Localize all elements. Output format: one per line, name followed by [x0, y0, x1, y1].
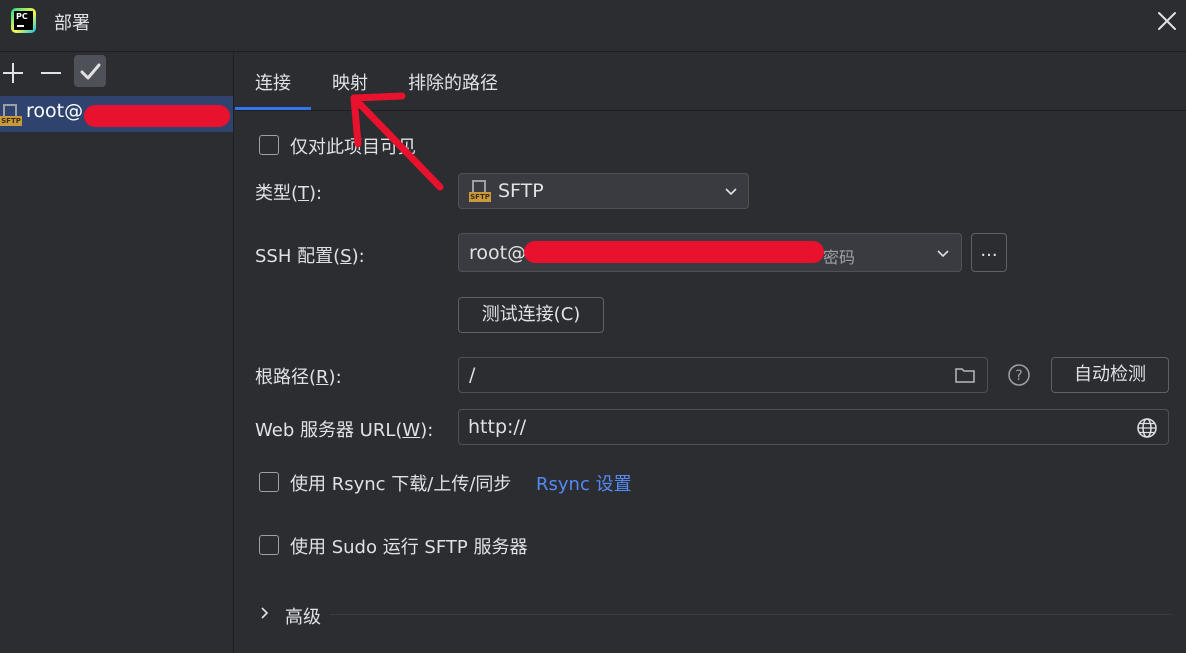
check-icon [80, 63, 101, 80]
redaction-mark [84, 105, 230, 127]
plus-icon [3, 63, 23, 83]
test-connection-button[interactable]: 测试连接(C) [458, 297, 604, 333]
chevron-right-icon[interactable] [258, 606, 272, 620]
sftp-type-icon: SFTP [469, 180, 491, 204]
ssh-auth-type: 密码 [823, 248, 856, 267]
ssh-config-label: SSH 配置(S): [255, 246, 365, 267]
chevron-down-icon [937, 250, 949, 258]
server-list-pane: SFTP root@ [0, 52, 234, 653]
svg-text:?: ? [1015, 368, 1022, 384]
close-icon[interactable] [1155, 9, 1179, 33]
type-label: 类型(T): [255, 183, 323, 204]
folder-icon[interactable] [954, 365, 976, 385]
annotation-arrow-icon [350, 92, 444, 191]
ssh-config-value: root@ [469, 242, 527, 264]
autodetect-button[interactable]: 自动检测 [1051, 357, 1169, 393]
help-icon[interactable]: ? [1007, 363, 1031, 387]
use-rsync-checkbox[interactable] [259, 472, 279, 492]
remove-server-button[interactable] [36, 55, 68, 87]
server-list-item[interactable]: SFTP root@ [0, 96, 233, 132]
advanced-separator [330, 614, 1172, 615]
web-server-url-value: http:// [468, 416, 527, 438]
window-title: 部署 [54, 13, 90, 34]
visible-only-project-checkbox[interactable] [259, 135, 279, 155]
web-server-url-input[interactable]: http:// [458, 409, 1169, 445]
web-server-url-label: Web 服务器 URL(W): [255, 420, 434, 441]
type-dropdown[interactable]: SFTP SFTP [458, 173, 749, 209]
active-tab-indicator [235, 107, 311, 110]
redaction-mark [524, 241, 824, 263]
tab-connection[interactable]: 连接 [255, 69, 291, 95]
sftp-server-icon: SFTP [0, 104, 22, 128]
globe-icon[interactable] [1136, 417, 1158, 439]
chevron-down-icon [725, 188, 737, 196]
root-path-label: 根路径(R): [255, 367, 342, 388]
minus-icon [41, 72, 61, 74]
use-sudo-label: 使用 Sudo 运行 SFTP 服务器 [290, 537, 528, 558]
type-value: SFTP [498, 180, 544, 202]
root-path-value: / [469, 364, 476, 386]
add-server-button[interactable] [0, 55, 32, 87]
title-bar: PC 部署 [0, 0, 1186, 52]
use-rsync-label: 使用 Rsync 下载/上传/同步 [290, 474, 512, 495]
rsync-settings-link[interactable]: Rsync 设置 [536, 470, 632, 496]
server-name-label: root@ [26, 100, 84, 122]
set-default-server-button[interactable] [74, 55, 106, 87]
advanced-section-toggle[interactable]: 高级 [285, 603, 321, 629]
pycharm-app-icon: PC [11, 8, 36, 33]
root-path-input[interactable]: / [458, 357, 988, 393]
ssh-config-more-button[interactable]: ... [971, 233, 1007, 272]
use-sudo-checkbox[interactable] [259, 535, 279, 555]
